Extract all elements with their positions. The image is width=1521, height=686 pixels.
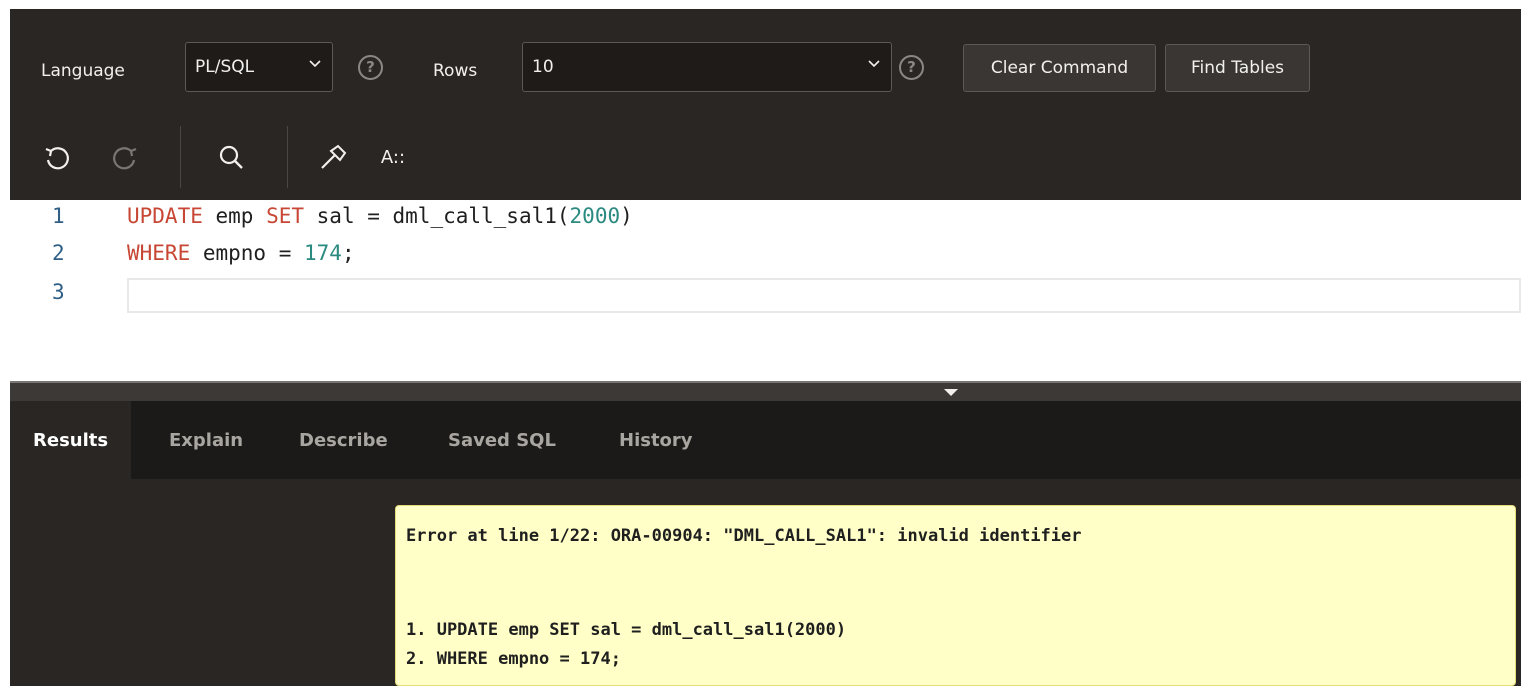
number-literal: 174 [304, 241, 342, 265]
error-statement-line: 2. WHERE empno = 174; [406, 649, 621, 669]
results-tabs: Results Explain Describe Saved SQL Histo… [10, 401, 1521, 479]
code-editor[interactable]: 1 UPDATE emp SET sal = dml_call_sal1(200… [10, 200, 1521, 381]
tab-history[interactable]: History [596, 401, 716, 479]
collapse-handle-icon[interactable] [944, 389, 958, 396]
hammer-icon[interactable] [315, 137, 351, 177]
code-text: ; [341, 241, 355, 265]
keyword: SET [266, 204, 305, 228]
error-message-box: Error at line 1/22: ORA-00904: "DML_CALL… [395, 505, 1516, 686]
rows-help-icon[interactable]: ? [899, 55, 924, 80]
language-value: PL/SQL [195, 57, 255, 77]
editor-icon-bar: A:: [10, 116, 1521, 200]
line-code: UPDATE emp SET sal = dml_call_sal1(2000) [127, 204, 633, 228]
editor-line: 2 WHERE empno = 174; [10, 241, 1521, 277]
error-message: Error at line 1/22: ORA-00904: "DML_CALL… [406, 526, 1082, 546]
command-toolbar: Language PL/SQL ? Rows 10 ? Clear Comman… [10, 9, 1521, 116]
keyword: UPDATE [127, 204, 203, 228]
language-help-icon[interactable]: ? [358, 55, 383, 80]
sql-commands-window: Language PL/SQL ? Rows 10 ? Clear Comman… [0, 0, 1521, 686]
toolbar-divider [287, 126, 288, 188]
editor-line: 1 UPDATE emp SET sal = dml_call_sal1(200… [10, 204, 1521, 240]
keyword: WHERE [127, 241, 191, 265]
code-text: sal = dml_call_sal1( [304, 204, 570, 228]
undo-icon[interactable] [40, 137, 74, 177]
line-code: WHERE empno = 174; [127, 241, 355, 265]
code-text: emp [202, 204, 267, 228]
search-icon[interactable] [214, 137, 248, 177]
line-number: 1 [52, 204, 65, 228]
tab-describe[interactable]: Describe [276, 401, 411, 479]
error-statement-line: 1. UPDATE emp SET sal = dml_call_sal1(20… [406, 620, 847, 640]
tab-explain[interactable]: Explain [146, 401, 266, 479]
left-margin [0, 0, 10, 686]
clear-command-button[interactable]: Clear Command [963, 44, 1156, 92]
line-number: 2 [52, 241, 65, 265]
pane-splitter[interactable] [10, 381, 1521, 401]
rows-select[interactable]: 10 [522, 42, 892, 92]
chevron-down-icon [308, 57, 322, 75]
toolbar-divider [180, 126, 181, 188]
autocomplete-icon[interactable]: A:: [372, 137, 414, 177]
rows-value: 10 [532, 57, 554, 77]
code-text: ) [620, 204, 633, 228]
editor-line: 3 [10, 280, 1521, 316]
redo-icon[interactable] [108, 137, 142, 177]
language-label: Language [41, 61, 125, 81]
top-margin [0, 0, 1521, 9]
chevron-down-icon [867, 57, 881, 75]
results-panel: Results Explain Describe Saved SQL Histo… [10, 401, 1521, 686]
number-literal: 2000 [569, 204, 621, 228]
find-tables-button[interactable]: Find Tables [1165, 44, 1310, 92]
language-select[interactable]: PL/SQL [185, 42, 333, 92]
tab-results[interactable]: Results [10, 401, 132, 479]
code-text: empno = [190, 241, 305, 265]
rows-label: Rows [433, 61, 478, 81]
tab-saved-sql[interactable]: Saved SQL [425, 401, 579, 479]
line-number: 3 [52, 280, 65, 304]
